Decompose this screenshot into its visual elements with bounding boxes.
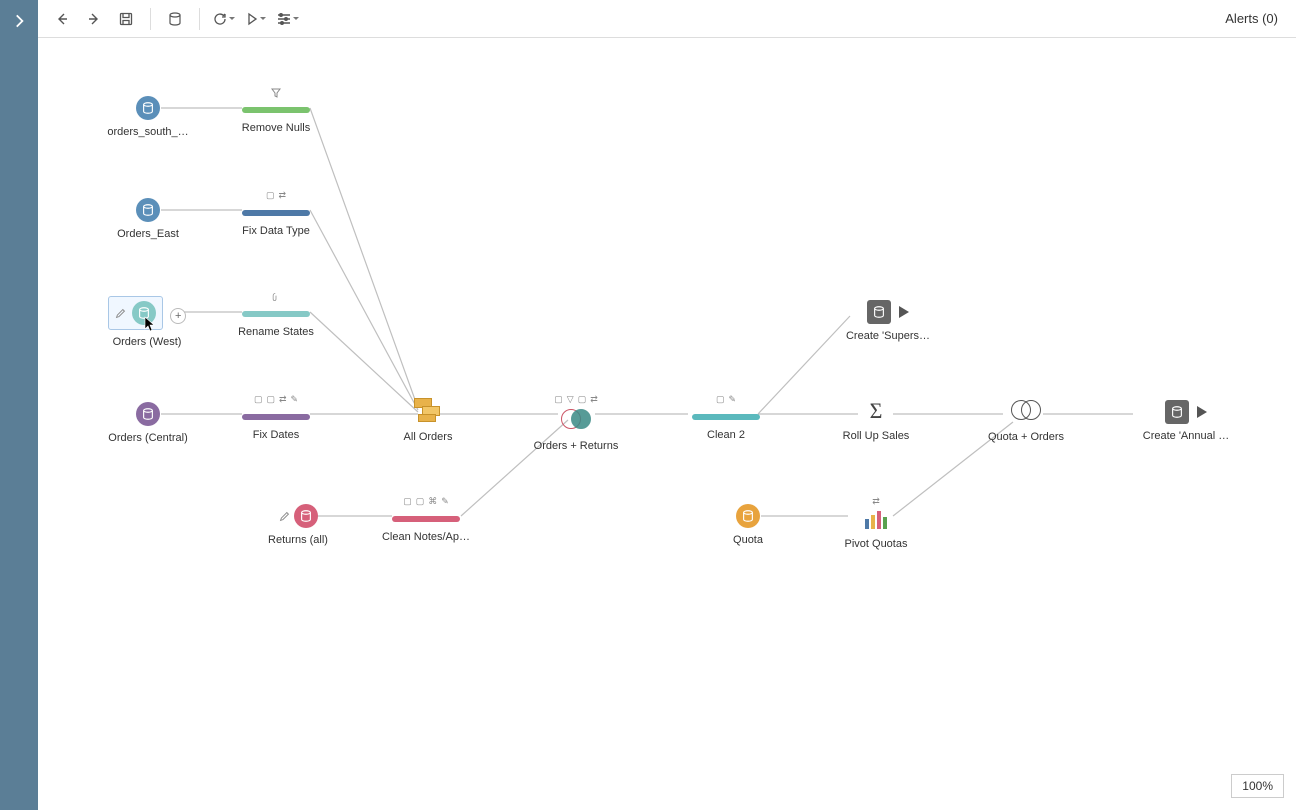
data-connection-button[interactable] [161,5,189,33]
clean-step-pill [692,414,760,420]
alerts-indicator[interactable]: Alerts (0) [1225,11,1286,26]
step-changes-icons [226,88,326,98]
save-button[interactable] [112,5,140,33]
sidebar-collapsed [0,0,38,810]
edit-icon [279,511,290,522]
edit-icon [115,308,126,319]
database-icon [141,407,155,421]
toolbar: Alerts (0) [38,0,1296,38]
step-changes-icons: ⇄ [826,496,926,507]
node-pivot-quotas[interactable]: ⇄ Pivot Quotas [826,496,926,550]
toolbar-separator [199,8,200,30]
node-clean-notes[interactable]: ▢▢⌘✎ Clean Notes/Ap… [376,496,476,543]
database-icon [137,306,151,320]
settings-dropdown[interactable] [274,5,302,33]
node-label: Rename States [226,326,326,338]
run-output-icon[interactable] [899,306,909,318]
clean-step-pill [242,210,310,216]
node-label: Fix Dates [226,429,326,441]
node-label: Orders + Returns [526,440,626,452]
node-orders-west[interactable]: + Orders (West) [82,296,212,348]
node-orders-east[interactable]: Orders_East [98,198,198,240]
node-clean2[interactable]: ▢✎ Clean 2 [676,394,776,441]
step-changes-icons: ▢▢⇄✎ [226,394,326,405]
step-changes-icons: ▢▢⌘✎ [376,496,476,507]
output-icon [1165,400,1189,424]
node-remove-nulls[interactable]: Remove Nulls [226,88,326,134]
step-changes-icons: ▢✎ [676,394,776,405]
aggregate-icon: Σ [870,398,883,423]
node-create-supers[interactable]: Create 'Supers… [828,300,948,342]
database-icon [741,509,755,523]
node-label: Orders_East [98,228,198,240]
node-label: Pivot Quotas [826,538,926,550]
step-changes-icons: ▢⇄ [226,190,326,201]
node-label: Clean 2 [676,429,776,441]
node-label: Clean Notes/Ap… [376,531,476,543]
clip-icon [271,292,281,302]
node-rename-states[interactable]: Rename States [226,292,326,338]
forward-button[interactable] [80,5,108,33]
join-icon [1011,400,1041,422]
database-icon [141,203,155,217]
node-label: Fix Data Type [226,225,326,237]
node-label: Quota [698,534,798,546]
node-rollup-sales[interactable]: Σ Roll Up Sales [826,398,926,442]
node-label: Quota + Orders [976,431,1076,443]
node-orders-south[interactable]: orders_south_… [98,96,198,138]
node-label: Orders (West) [82,336,212,348]
node-label: orders_south_… [98,126,198,138]
clean-step-pill [392,516,460,522]
toolbar-separator [150,8,151,30]
node-label: Remove Nulls [226,122,326,134]
node-label: Roll Up Sales [826,430,926,442]
node-orders-returns[interactable]: ▢▽▢⇄ Orders + Returns [526,394,626,452]
node-create-annual[interactable]: Create 'Annual … [1126,400,1246,442]
node-label: Orders (Central) [98,432,198,444]
node-label: Create 'Supers… [828,330,948,342]
pivot-icon [865,511,887,529]
clean-step-pill [242,414,310,420]
flow-canvas[interactable]: orders_south_… Remove Nulls Orders_East … [38,38,1296,810]
refresh-dropdown[interactable] [210,5,238,33]
clean-step-pill [242,107,310,113]
node-fix-dates[interactable]: ▢▢⇄✎ Fix Dates [226,394,326,441]
union-icon [414,398,442,422]
step-changes-icons: ▢▽▢⇄ [526,394,626,405]
node-returns-all[interactable]: Returns (all) [248,504,348,546]
run-flow-dropdown[interactable] [242,5,270,33]
filter-icon [271,88,281,98]
join-icon [561,409,591,431]
database-icon [299,509,313,523]
add-step-button[interactable]: + [170,308,186,324]
node-quota-orders[interactable]: Quota + Orders [976,400,1076,443]
node-label: Returns (all) [248,534,348,546]
database-icon [141,101,155,115]
zoom-indicator[interactable]: 100% [1231,774,1284,798]
node-label: Create 'Annual … [1126,430,1246,442]
back-button[interactable] [48,5,76,33]
output-icon [867,300,891,324]
sidebar-expand-button[interactable] [10,12,28,30]
node-fix-data-type[interactable]: ▢⇄ Fix Data Type [226,190,326,237]
node-all-orders[interactable]: All Orders [378,398,478,443]
node-orders-central[interactable]: Orders (Central) [98,402,198,444]
node-label: All Orders [378,431,478,443]
step-changes-icons [226,292,326,302]
clean-step-pill [242,311,310,317]
run-output-icon[interactable] [1197,406,1207,418]
selected-node-box [108,296,163,330]
node-quota[interactable]: Quota [698,504,798,546]
